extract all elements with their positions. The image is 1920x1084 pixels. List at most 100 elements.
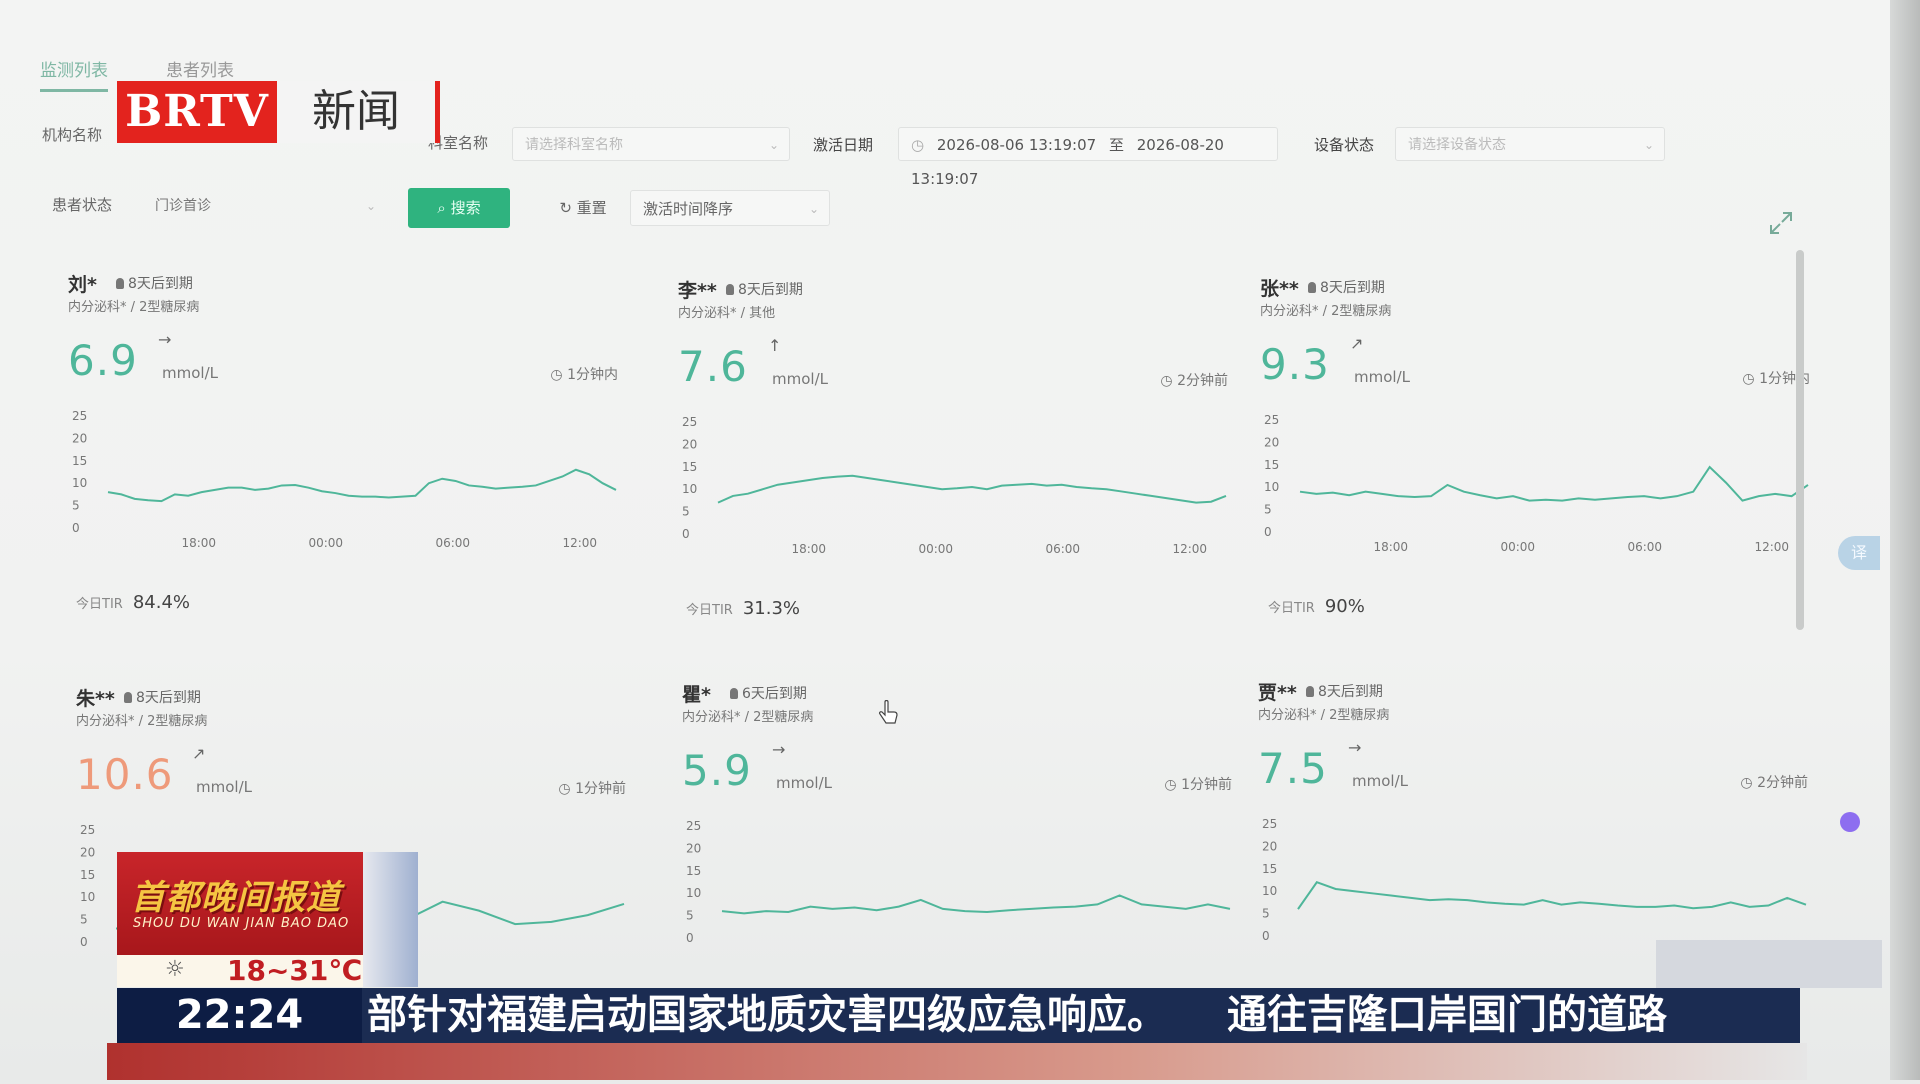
pin-icon [1308,282,1316,293]
sort-select[interactable]: 激活时间降序 ⌄ [630,190,830,226]
patient-card[interactable]: 张** 8天后到期 内分泌科* / 2型糖尿病 9.3 ↗ mmol/L ◷ 1… [1260,274,1820,674]
dept-select[interactable]: 请选择科室名称 ⌄ [512,127,790,161]
expiry-badge: 6天后到期 [730,683,807,703]
last-updated: ◷ 1分钟内 [550,364,618,384]
search-button[interactable]: ⌕ 搜索 [408,188,510,228]
glucose-unit: mmol/L [196,778,252,796]
glucose-unit: mmol/L [772,370,828,388]
patient-status-value: 门诊首诊 [155,198,211,214]
tir-value: 84.4% [132,592,190,613]
patient-department: 内分泌科* / 2型糖尿病 [1258,708,1390,723]
glucose-value: 7.6 [678,342,748,391]
y-tick-label: 10 [1264,480,1279,494]
trend-arrow-icon: ↗ [1350,334,1364,353]
trend-arrow-icon: ↗ [192,744,206,763]
patient-card[interactable]: 刘* 8天后到期 内分泌科* / 2型糖尿病 6.9 → mmol/L ◷ 1分… [68,270,628,670]
patient-department: 内分泌科* / 2型糖尿病 [76,714,208,729]
y-tick-label: 15 [686,864,701,878]
glucose-series-line [107,468,617,503]
ticker-right-panel [1656,940,1882,988]
y-tick-label: 20 [686,841,701,855]
y-tick-label: 25 [80,824,95,837]
tir-value: 90% [1324,596,1365,617]
assistant-icon[interactable] [1840,812,1860,832]
org-label: 机构名称 [42,126,103,144]
expiry-badge: 8天后到期 [116,273,193,293]
chevron-down-icon: ⌄ [365,199,376,213]
x-tick-label: 06:00 [1045,542,1080,556]
last-updated-text: 2分钟前 [1757,775,1808,791]
glucose-chart: 25 20 15 10 5 0 18:00 00:00 06:00 12:00 [72,410,617,550]
y-tick-label: 20 [682,437,697,451]
y-tick-label: 5 [682,505,690,519]
glucose-chart: 25 20 15 10 5 0 [1262,818,1807,943]
patient-department: 内分泌科* / 2型糖尿病 [68,300,200,315]
expiry-text: 8天后到期 [128,276,193,292]
date-start: 2026-08-06 13:19:07 [936,136,1097,154]
x-tick-label: 12:00 [562,536,597,550]
x-tick-label: 18:00 [1373,540,1408,554]
sort-value: 激活时间降序 [643,200,734,218]
expiry-badge: 8天后到期 [726,279,803,299]
expiry-text: 8天后到期 [1320,280,1385,296]
x-tick-label: 00:00 [918,542,953,556]
y-tick-label: 0 [72,521,80,535]
glucose-series-line [717,474,1227,504]
y-tick-label: 25 [1262,818,1277,831]
glucose-value: 5.9 [682,746,752,795]
clock-icon: ◷ [550,367,568,383]
hand-cursor-icon [879,700,898,724]
dept-placeholder: 请选择科室名称 [525,137,623,153]
y-tick-label: 5 [1264,503,1272,517]
device-status-select[interactable]: 请选择设备状态 ⌄ [1395,127,1665,161]
chevron-down-icon: ⌄ [768,138,779,152]
translate-button[interactable]: 译 [1838,536,1880,570]
ticker-text: 部针对福建启动国家地质灾害四级应急响应。 通往吉隆口岸国门的道路 [367,992,1667,1038]
expiry-badge: 8天后到期 [1308,277,1385,297]
y-tick-label: 0 [682,527,690,541]
expiry-text: 8天后到期 [738,282,803,298]
patient-name: 朱** [76,688,115,710]
pin-icon [726,284,734,295]
y-tick-label: 25 [72,410,87,423]
reset-button[interactable]: ↻ 重置 [538,188,628,228]
pin-icon [116,278,124,289]
x-tick-label: 18:00 [791,542,826,556]
search-button-label: 搜索 [450,199,481,217]
weather-bar: ☼ 18~31℃ [117,955,363,987]
clock-icon: ◷ [558,781,576,797]
refresh-icon: ↻ [559,199,577,217]
patient-status-select[interactable]: 门诊首诊 ⌄ [142,188,387,222]
glucose-chart: 25 20 15 10 5 0 18:00 00:00 06:00 12:00 [682,416,1227,556]
tir-label: 今日TIR [76,597,123,612]
scrollbar[interactable] [1796,250,1804,630]
brtv-logo: BRTV 新闻 [117,81,440,143]
tab-monitoring[interactable]: 监测列表 [40,56,108,92]
last-updated: ◷ 1分钟前 [558,778,626,798]
patient-name: 刘* [68,274,97,296]
glucose-chart: 25 20 15 10 5 0 18:00 00:00 06:00 12:00 [1264,414,1809,554]
date-separator: 至 [1108,136,1124,154]
patient-name: 张** [1260,278,1299,300]
glucose-unit: mmol/L [1352,772,1408,790]
patient-department: 内分泌科* / 其他 [678,306,776,321]
device-status-label: 设备状态 [1314,136,1375,154]
patient-department: 内分泌科* / 2型糖尿病 [682,710,814,725]
patient-name: 贾** [1258,682,1297,704]
y-tick-label: 10 [686,886,701,900]
tir-value: 31.3% [742,598,800,619]
reset-button-label: 重置 [576,199,607,217]
last-updated-text: 1分钟前 [1181,777,1232,793]
glucose-chart: 25 20 15 10 5 0 [686,820,1231,945]
y-tick-label: 15 [682,460,697,474]
patient-card[interactable]: 李** 8天后到期 内分泌科* / 其他 7.6 ↑ mmol/L ◷ 2分钟前… [678,276,1238,676]
program-badge-tab [363,852,418,987]
y-tick-label: 15 [1262,862,1277,876]
y-tick-label: 20 [1264,435,1279,449]
y-tick-label: 10 [1262,884,1277,898]
date-range-picker[interactable]: ◷ 2026-08-06 13:19:07 至 2026-08-20 13:19… [898,127,1278,188]
pin-icon [1306,686,1314,697]
expand-icon[interactable] [1768,210,1794,236]
y-tick-label: 5 [80,913,88,927]
trend-arrow-icon: → [772,740,786,759]
